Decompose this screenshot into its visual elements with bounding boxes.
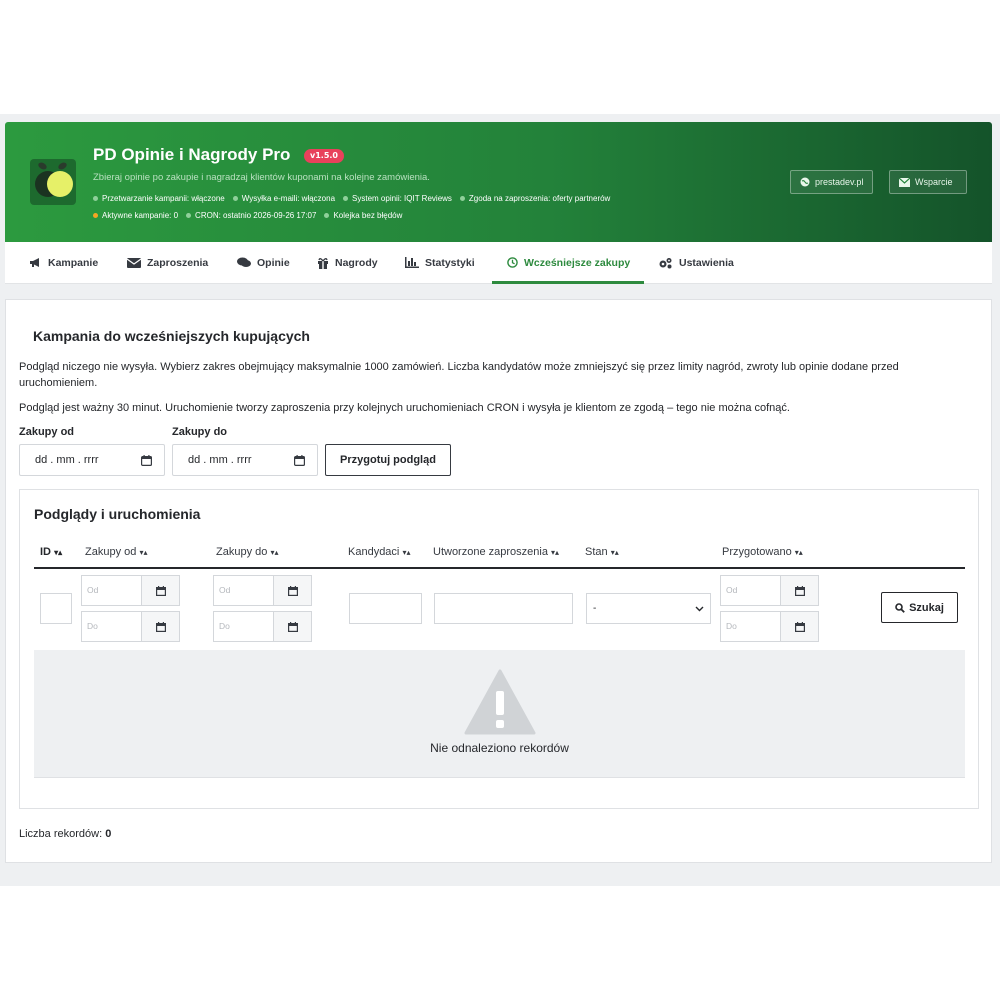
column-header-id[interactable]: ID ▾▴	[40, 546, 62, 558]
version-badge: v1.5.0	[304, 149, 344, 163]
calendar-icon	[287, 585, 298, 596]
prepare-preview-button[interactable]: Przygotuj podgląd	[325, 444, 451, 476]
gift-icon	[318, 257, 328, 269]
status-item: Kolejka bez błędów	[324, 211, 402, 220]
search-icon	[895, 602, 905, 613]
status-row-2: Aktywne kampanie: 0 CRON: ostatnio 2026-…	[93, 211, 402, 220]
calendar-button[interactable]	[141, 575, 180, 606]
tab-statystyki[interactable]: Statystyki	[405, 242, 475, 283]
previews-list-panel: Podglądy i uruchomienia ID ▾▴ Zakupy od …	[19, 489, 979, 809]
purchases-to-input[interactable]: dd . mm . rrrr	[172, 444, 318, 476]
record-count-value: 0	[105, 828, 112, 840]
list-title: Podglądy i uruchomienia	[34, 506, 201, 522]
calendar-button[interactable]	[273, 611, 312, 642]
sort-icon[interactable]: ▾▴	[54, 548, 62, 557]
calendar-button[interactable]	[141, 611, 180, 642]
filter-purchases-from-start[interactable]: Od	[81, 575, 142, 606]
tab-bar: Kampanie Zaproszenia Opinie Nagrody Stat…	[5, 242, 992, 284]
search-button[interactable]: Szukaj	[881, 592, 958, 623]
column-header-purchases-from[interactable]: Zakupy od ▾▴	[85, 546, 147, 558]
status-item: Wysyłka e-maili: włączona	[232, 194, 335, 203]
sort-icon[interactable]: ▾▴	[551, 548, 559, 557]
column-header-purchases-to[interactable]: Zakupy do ▾▴	[216, 546, 278, 558]
tab-opinie[interactable]: Opinie	[237, 242, 290, 283]
warning-icon	[464, 669, 536, 735]
record-count: Liczba rekordów: 0	[19, 828, 112, 840]
filter-id-input[interactable]	[40, 593, 72, 624]
campaign-panel: Kampania do wcześniejszych kupujących Po…	[5, 299, 992, 863]
filter-purchases-to-end[interactable]: Do	[213, 611, 274, 642]
status-item: Zgoda na zaproszenia: oferty partnerów	[459, 194, 610, 203]
filter-prepared-start[interactable]: Od	[720, 575, 781, 606]
calendar-button[interactable]	[780, 611, 819, 642]
tab-ustawienia[interactable]: Ustawienia	[658, 242, 734, 283]
calendar-icon	[794, 585, 805, 596]
tab-nagrody[interactable]: Nagrody	[317, 242, 378, 283]
info-paragraph-1: Podgląd niczego nie wysyła. Wybierz zakr…	[19, 361, 899, 389]
empty-state-text: Nie odnaleziono rekordów	[430, 741, 569, 755]
empty-state: Nie odnaleziono rekordów	[34, 650, 965, 778]
filter-row: Od Do Od Do - Od Do Szukaj	[34, 569, 965, 651]
prestadev-link-button[interactable]: prestadev.pl	[790, 170, 874, 194]
sort-icon[interactable]: ▾▴	[795, 548, 803, 557]
calendar-icon	[155, 621, 166, 632]
sort-icon[interactable]: ▾▴	[611, 548, 619, 557]
info-paragraph-2: Podgląd jest ważny 30 minut. Uruchomieni…	[19, 402, 790, 414]
module-logo	[30, 159, 76, 205]
support-button[interactable]: Wsparcie	[889, 170, 967, 194]
sort-icon[interactable]: ▾▴	[402, 548, 410, 557]
status-item: Przetwarzanie kampanii: włączone	[93, 194, 225, 203]
envelope-icon	[899, 177, 910, 187]
column-header-candidates[interactable]: Kandydaci ▾▴	[348, 546, 410, 558]
module-subtitle: Zbieraj opinie po zakupie i nagradzaj kl…	[93, 172, 430, 183]
filter-state-select[interactable]: -	[586, 593, 711, 624]
clock-icon	[507, 257, 518, 268]
filter-candidates-input[interactable]	[349, 593, 422, 624]
calendar-icon	[141, 454, 152, 466]
sort-icon[interactable]: ▾▴	[270, 548, 278, 557]
calendar-icon	[794, 621, 805, 632]
cogs-icon	[659, 257, 672, 268]
tab-wczesniejsze-zakupy[interactable]: Wcześniejsze zakupy	[507, 242, 630, 283]
calendar-icon	[294, 454, 305, 466]
calendar-button[interactable]	[780, 575, 819, 606]
column-header-created-invitations[interactable]: Utworzone zaproszenia ▾▴	[433, 546, 559, 558]
tab-zaproszenia[interactable]: Zaproszenia	[127, 242, 208, 283]
calendar-icon	[287, 621, 298, 632]
status-row-1: Przetwarzanie kampanii: włączone Wysyłka…	[93, 194, 610, 203]
sort-icon[interactable]: ▾▴	[139, 548, 147, 557]
envelope-icon	[127, 257, 141, 268]
panel-title: Kampania do wcześniejszych kupujących	[33, 328, 310, 344]
filter-purchases-from-end[interactable]: Do	[81, 611, 142, 642]
calendar-button[interactable]	[273, 575, 312, 606]
module-header: PD Opinie i Nagrody Pro v1.5.0 Zbieraj o…	[5, 122, 992, 242]
bar-chart-icon	[405, 257, 419, 268]
filter-prepared-end[interactable]: Do	[720, 611, 781, 642]
comments-icon	[237, 257, 251, 267]
filter-purchases-to-start[interactable]: Od	[213, 575, 274, 606]
calendar-icon	[155, 585, 166, 596]
status-item: Aktywne kampanie: 0	[93, 211, 178, 220]
globe-icon	[800, 177, 810, 187]
tab-kampanie[interactable]: Kampanie	[29, 242, 98, 283]
purchases-from-input[interactable]: dd . mm . rrrr	[19, 444, 165, 476]
active-tab-indicator	[492, 281, 644, 284]
purchases-from-label: Zakupy od	[19, 426, 75, 438]
status-item: CRON: ostatnio 2026-09-26 17:07	[186, 211, 316, 220]
status-item: System opinii: IQIT Reviews	[343, 194, 452, 203]
column-header-state[interactable]: Stan ▾▴	[585, 546, 619, 558]
column-header-prepared[interactable]: Przygotowano ▾▴	[722, 546, 803, 558]
module-title: PD Opinie i Nagrody Pro	[93, 145, 291, 164]
chevron-down-icon	[695, 606, 704, 611]
purchases-to-label: Zakupy do	[172, 426, 228, 438]
filter-created-invitations-input[interactable]	[434, 593, 573, 624]
megaphone-icon	[30, 258, 39, 267]
